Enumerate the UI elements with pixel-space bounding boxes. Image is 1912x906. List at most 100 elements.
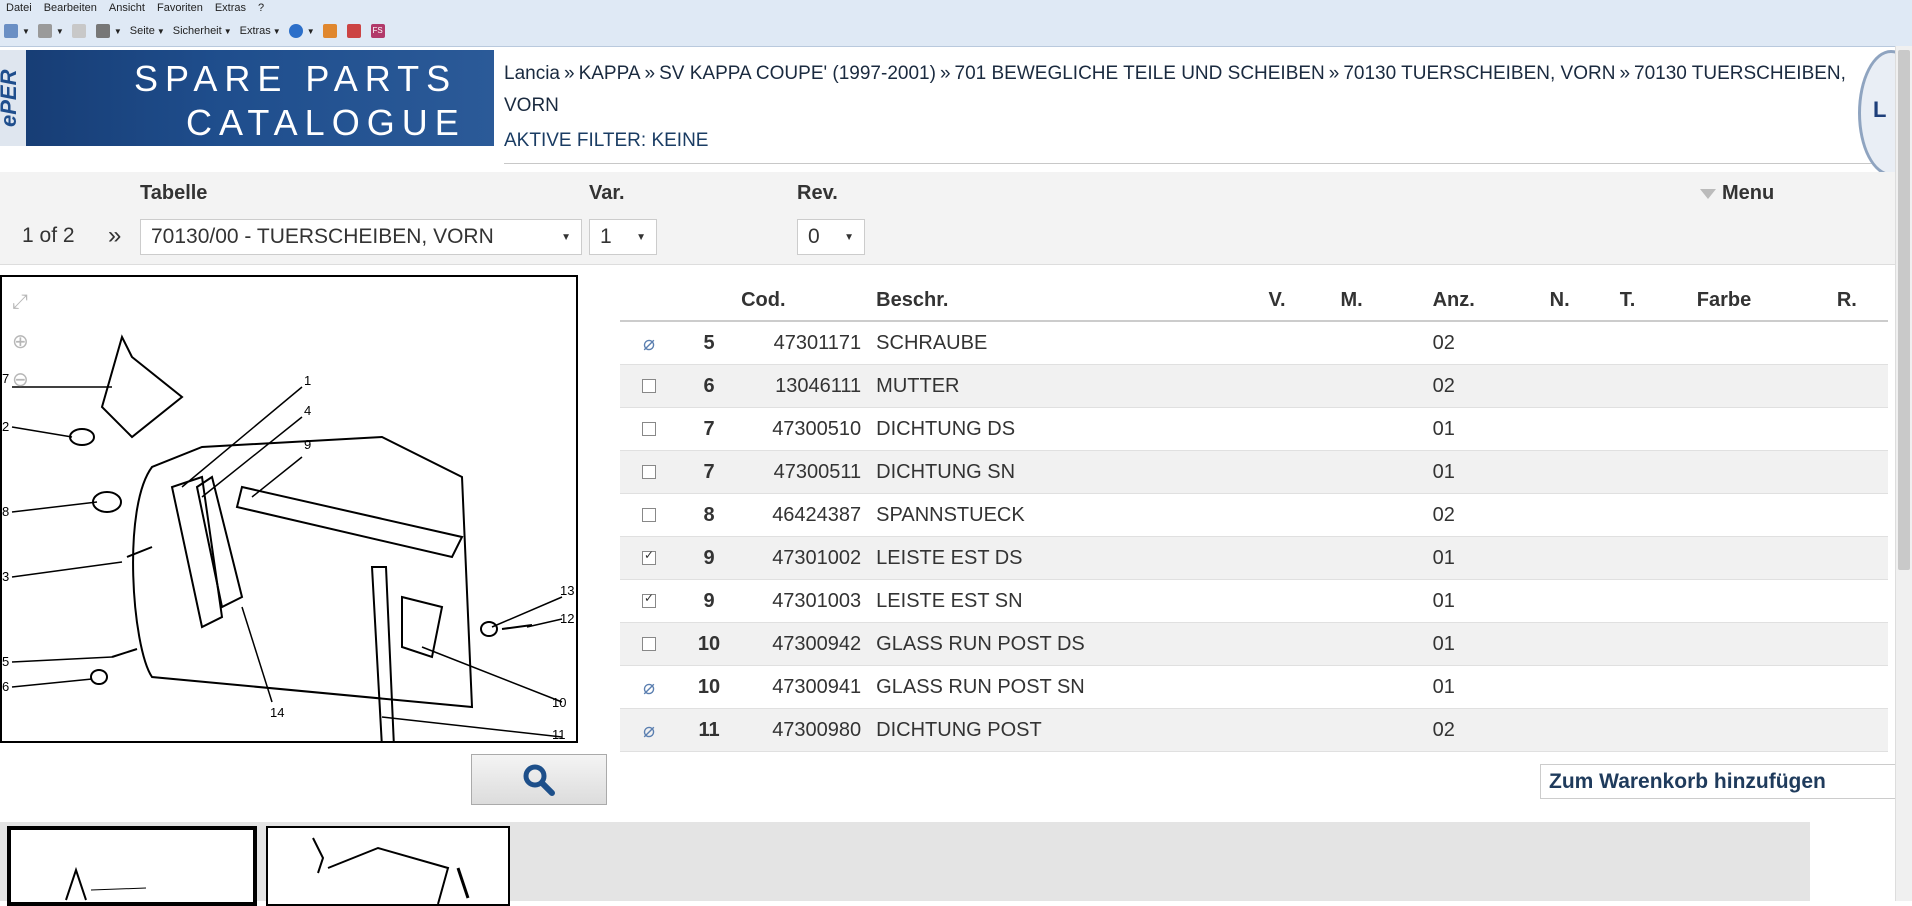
fit-screen-icon[interactable]: ⤢ [12, 291, 38, 317]
breadcrumb-item[interactable]: 70130 TUERSCHEIBEN, VORN [1343, 63, 1615, 84]
rev-select[interactable]: 0 ▼ [797, 219, 865, 255]
var-select[interactable]: 1 ▼ [589, 219, 657, 255]
home-button[interactable]: ▼ [4, 24, 30, 38]
not-orderable-icon: ⌀ [642, 719, 656, 742]
t-cell [1618, 665, 1696, 709]
sicherheit-menu[interactable]: Sicherheit ▼ [173, 25, 232, 37]
menu-button[interactable]: Menu [1700, 182, 1774, 205]
callout[interactable]: 8 [2, 504, 9, 519]
farbe-cell [1695, 450, 1836, 494]
row-checkbox[interactable] [642, 591, 657, 609]
anz-cell: 01 [1431, 536, 1549, 580]
callout[interactable]: 4 [304, 403, 311, 418]
thumbnail-drawing-1[interactable] [7, 826, 257, 906]
zoom-out-icon[interactable]: ⊖ [12, 367, 38, 393]
zoom-search-button[interactable] [471, 754, 607, 805]
thumbnail-drawing-2[interactable] [266, 826, 510, 906]
callout[interactable]: 3 [2, 569, 9, 584]
mail-button[interactable] [71, 24, 88, 38]
tabelle-select[interactable]: 70130/00 - TUERSCHEIBEN, VORN ▼ [140, 219, 582, 255]
dropdown-arrow-icon: ▼ [844, 231, 854, 243]
col-beschr[interactable]: Beschr. [875, 280, 1268, 322]
r-cell [1835, 579, 1888, 623]
table-row[interactable]: 10 47300942 GLASS RUN POST DS 01 [620, 622, 1888, 666]
active-filter-label: AKTIVE FILTER: KEINE [504, 130, 709, 151]
menu-ansicht[interactable]: Ansicht [103, 2, 151, 14]
print-button[interactable]: ▼ [95, 24, 122, 38]
table-row[interactable]: ⌀ 5 47301171 SCHRAUBE 02 [620, 321, 1888, 365]
breadcrumb-item[interactable]: Lancia [504, 63, 560, 84]
fs-button[interactable]: FS [370, 24, 387, 38]
callout[interactable]: 14 [270, 705, 284, 720]
col-t[interactable]: T. [1618, 280, 1696, 322]
menu-extras[interactable]: Extras [209, 2, 252, 14]
row-checkbox[interactable] [642, 548, 657, 566]
callout[interactable]: 13 [560, 583, 574, 598]
zoom-in-icon[interactable]: ⊕ [12, 329, 38, 355]
row-checkbox[interactable] [642, 379, 657, 394]
help-button[interactable]: ▼ [288, 24, 315, 38]
exploded-view-drawing[interactable]: ⤢ ⊕ ⊖ 1 4 9 7 2 8 3 5 6 13 12 10 11 14 [0, 275, 578, 743]
row-checkbox[interactable] [642, 508, 657, 523]
help-icon [288, 24, 303, 38]
table-row[interactable]: 947301002LEISTE EST DS 01 [620, 536, 1888, 580]
row-checkbox[interactable] [642, 422, 657, 437]
feeds-button[interactable]: ▼ [37, 24, 64, 38]
col-cod[interactable]: Cod. [740, 280, 876, 322]
callout[interactable]: 11 [552, 727, 566, 741]
menu-favoriten[interactable]: Favoriten [151, 2, 209, 14]
magnifier-icon [523, 764, 555, 796]
add-to-cart-button[interactable]: Zum Warenkorb hinzufügen [1540, 764, 1896, 799]
table-row[interactable]: 947301003LEISTE EST SN 01 [620, 579, 1888, 623]
table-row[interactable]: 8 46424387 SPANNSTUECK 02 [620, 493, 1888, 537]
table-row[interactable]: 7 47300511 DICHTUNG SN 01 [620, 450, 1888, 494]
desc-cell: DICHTUNG SN [875, 450, 1268, 494]
row-checkbox[interactable] [642, 465, 657, 480]
vertical-scrollbar[interactable] [1895, 46, 1912, 901]
n-cell [1548, 450, 1619, 494]
addon-button[interactable] [322, 24, 339, 38]
extras-menu[interactable]: Extras ▼ [240, 25, 281, 37]
callout[interactable]: 6 [2, 679, 9, 694]
n-cell [1548, 579, 1619, 623]
callout[interactable]: 12 [560, 611, 574, 626]
col-farbe[interactable]: Farbe [1695, 280, 1836, 322]
breadcrumb-item[interactable]: KAPPA [579, 63, 641, 84]
select-cell: ⌀ [620, 665, 679, 709]
col-n[interactable]: N. [1548, 280, 1619, 322]
scrollbar-thumb[interactable] [1898, 50, 1910, 570]
pos-cell: 10 [678, 665, 741, 709]
col-anz[interactable]: Anz. [1431, 280, 1549, 322]
menu-datei[interactable]: Datei [0, 2, 38, 14]
breadcrumb-item[interactable]: 701 BEWEGLICHE TEILE UND SCHEIBEN [955, 63, 1325, 84]
col-r[interactable]: R. [1835, 280, 1888, 322]
menu-bearbeiten[interactable]: Bearbeiten [38, 2, 103, 14]
seite-menu[interactable]: Seite ▼ [130, 25, 165, 37]
m-cell [1339, 622, 1432, 666]
col-v[interactable]: V. [1267, 280, 1340, 322]
table-row[interactable]: 6 13046111 MUTTER 02 [620, 364, 1888, 408]
desc-cell: MUTTER [875, 364, 1268, 408]
next-table-button[interactable]: » [108, 222, 121, 250]
callout[interactable]: 5 [2, 654, 9, 669]
cod-cell: 47301002 [740, 536, 876, 580]
callout[interactable]: 1 [304, 373, 311, 388]
select-cell [620, 579, 679, 623]
callout[interactable]: 7 [2, 371, 9, 386]
row-checkbox[interactable] [642, 637, 657, 652]
callout[interactable]: 9 [304, 437, 311, 452]
col-m[interactable]: M. [1339, 280, 1432, 322]
v-cell [1267, 536, 1340, 580]
table-row[interactable]: 7 47300510 DICHTUNG DS 01 [620, 407, 1888, 451]
callout[interactable]: 2 [2, 419, 9, 434]
dropdown-arrow-icon: ▼ [636, 231, 646, 243]
v-cell [1267, 450, 1340, 494]
table-row[interactable]: ⌀ 10 47300941 GLASS RUN POST SN 01 [620, 665, 1888, 709]
callout[interactable]: 10 [552, 695, 566, 710]
breadcrumb-item[interactable]: SV KAPPA COUPE' (1997-2001) [659, 63, 936, 84]
tool-button[interactable] [346, 24, 363, 38]
menu-help[interactable]: ? [252, 2, 270, 14]
table-row[interactable]: ⌀ 11 47300980 DICHTUNG POST 02 [620, 708, 1888, 752]
thumbnail-image [312, 837, 470, 904]
desc-cell: DICHTUNG POST [875, 708, 1268, 752]
